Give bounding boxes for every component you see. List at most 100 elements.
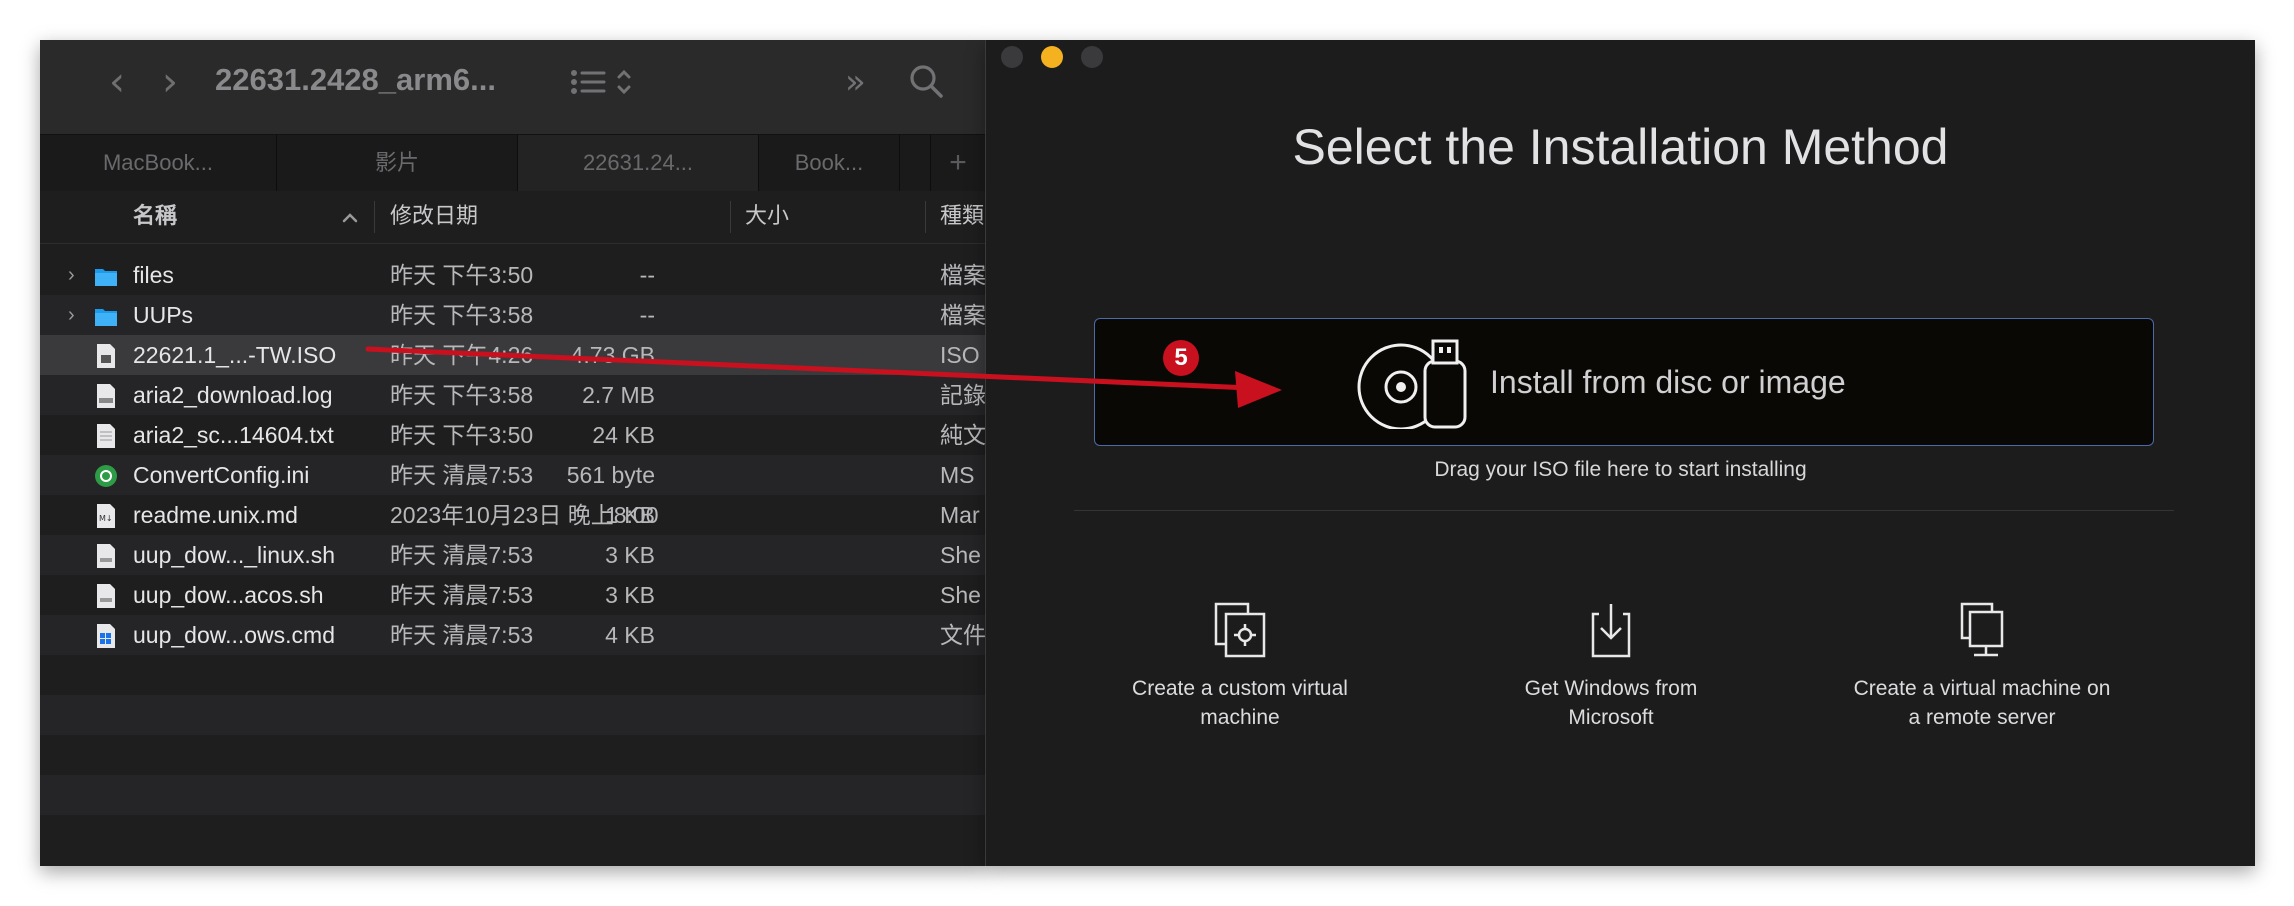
file-name: uup_dow...ows.cmd [133, 622, 336, 648]
markdown-file-icon: M↓ [97, 504, 115, 528]
view-options-icon[interactable] [570, 62, 636, 111]
install-from-disc-button[interactable]: Install from disc or image [1094, 318, 2154, 446]
shell-file-icon [97, 544, 115, 568]
option-label: Create a virtual machine on a remote serv… [1853, 677, 2111, 729]
empty-row [40, 735, 985, 775]
ini-file-icon [95, 465, 117, 487]
tab-videos[interactable]: 影片 [277, 135, 518, 191]
file-kind: ISO [940, 342, 980, 368]
create-custom-vm-option[interactable]: Create a custom virtual machine [1090, 600, 1390, 732]
table-row[interactable]: aria2_download.log 昨天 下午3:58 2.7 MB 記錄 [40, 375, 985, 415]
table-row[interactable]: › UUPs 昨天 下午3:58 -- 檔案 [40, 295, 985, 335]
column-separator [374, 201, 375, 233]
disclosure-chevron-icon[interactable]: › [68, 303, 75, 327]
finder-window: ‹ › 22631.2428_arm6... » MacBook... 影片 2… [40, 40, 985, 866]
file-date: 昨天 下午3:50 [390, 422, 534, 448]
column-date[interactable]: 修改日期 [390, 191, 478, 243]
file-date: 昨天 下午4:26 [390, 342, 534, 368]
search-icon[interactable] [908, 62, 946, 111]
tab-macbook[interactable]: MacBook... [40, 135, 277, 191]
file-name: uup_dow...acos.sh [133, 582, 324, 608]
table-row[interactable]: uup_dow...acos.sh 昨天 清晨7:53 3 KB She [40, 575, 985, 615]
column-size[interactable]: 大小 [745, 191, 789, 243]
page-title: Select the Installation Method [1292, 119, 1949, 175]
file-kind: 文件 [940, 622, 985, 648]
option-label: Get Windows from Microsoft [1524, 677, 1698, 729]
table-row[interactable]: › files 昨天 下午3:50 -- 檔案 [40, 255, 985, 295]
table-row[interactable]: uup_dow..._linux.sh 昨天 清晨7:53 3 KB She [40, 535, 985, 575]
file-date: 昨天 清晨7:53 [390, 542, 534, 568]
empty-row [40, 815, 985, 855]
file-name: ConvertConfig.ini [133, 462, 310, 488]
tab-current-folder[interactable]: 22631.24... [518, 135, 759, 191]
disclosure-chevron-icon[interactable]: › [68, 263, 75, 287]
file-kind: Mar [940, 502, 980, 528]
table-row[interactable]: M↓ readme.unix.md 2023年10月23日 晚上8:00 1 K… [40, 495, 985, 535]
column-header: 名稱 修改日期 大小 種類 [40, 191, 985, 244]
table-row[interactable]: uup_dow...ows.cmd 昨天 清晨7:53 4 KB 文件 [40, 615, 985, 655]
divider [1074, 510, 2174, 511]
empty-row [40, 695, 985, 735]
new-tab-button[interactable]: + [931, 135, 985, 191]
folder-title: 22631.2428_arm6... [215, 62, 496, 97]
file-date: 昨天 下午3:58 [390, 302, 534, 328]
file-kind: She [940, 542, 981, 568]
zoom-window-button[interactable] [1081, 46, 1103, 68]
file-size: 561 byte [566, 462, 655, 488]
file-name: aria2_download.log [133, 382, 333, 408]
tab-overflow[interactable] [900, 135, 931, 191]
empty-row [40, 655, 985, 695]
column-separator [730, 201, 731, 233]
file-name: UUPs [133, 302, 194, 328]
text-file-icon [97, 424, 115, 448]
empty-row [40, 775, 985, 815]
file-size: 3 KB [605, 582, 655, 608]
column-name[interactable]: 名稱 [133, 191, 177, 243]
file-list: › files 昨天 下午3:50 -- 檔案 › UUPs 昨天 下午3:58… [40, 255, 985, 855]
close-window-button[interactable] [1001, 46, 1023, 68]
file-date: 昨天 下午3:58 [390, 382, 534, 408]
tab-book[interactable]: Book... [759, 135, 900, 191]
file-size: 1 KB [605, 502, 655, 528]
file-size: 4 KB [605, 622, 655, 648]
custom-vm-icon [1214, 602, 1266, 658]
sort-ascending-icon[interactable] [340, 191, 360, 243]
disc-usb-icon [1357, 339, 1467, 429]
file-size: 4.73 GB [570, 342, 655, 368]
forward-button[interactable]: › [148, 60, 192, 104]
get-windows-option[interactable]: Get Windows from Microsoft [1461, 600, 1761, 732]
table-row[interactable]: 22621.1_...-TW.ISO 昨天 下午4:26 4.73 GB ISO [40, 335, 985, 375]
file-kind: 記錄 [940, 382, 985, 408]
folder-icon [95, 309, 117, 326]
file-kind: 純文 [940, 422, 985, 448]
file-date: 昨天 清晨7:53 [390, 462, 534, 488]
file-name: aria2_sc...14604.txt [133, 422, 334, 448]
back-button[interactable]: ‹ [95, 60, 139, 104]
table-row[interactable]: aria2_sc...14604.txt 昨天 下午3:50 24 KB 純文 [40, 415, 985, 455]
file-name: 22621.1_...-TW.ISO [133, 342, 337, 368]
vm-installer-window: Select the Installation Method Install f… [985, 40, 2255, 866]
remote-vm-option[interactable]: Create a virtual machine on a remote serv… [1832, 600, 2132, 732]
column-kind[interactable]: 種類 [940, 191, 984, 243]
more-toolbar-icon[interactable]: » [845, 62, 866, 102]
file-size: 24 KB [592, 422, 655, 448]
finder-tabbar: MacBook... 影片 22631.24... Book... + [40, 134, 985, 192]
drag-hint: Drag your ISO file here to start install… [1434, 458, 1807, 481]
step-badge: 5 [1163, 340, 1199, 376]
file-date: 昨天 清晨7:53 [390, 622, 534, 648]
file-kind: She [940, 582, 981, 608]
file-kind: 檔案 [940, 262, 985, 288]
install-label: Install from disc or image [1490, 364, 1846, 400]
file-date: 昨天 清晨7:53 [390, 582, 534, 608]
minimize-window-button[interactable] [1041, 46, 1063, 68]
download-icon [1591, 604, 1631, 658]
folder-icon [95, 269, 117, 286]
option-label: Create a custom virtual machine [1132, 677, 1348, 729]
file-kind: MS [940, 462, 975, 488]
file-name: uup_dow..._linux.sh [133, 542, 336, 568]
file-name: files [133, 262, 174, 288]
svg-text:M↓: M↓ [99, 514, 113, 523]
table-row[interactable]: ConvertConfig.ini 昨天 清晨7:53 561 byte MS [40, 455, 985, 495]
finder-toolbar: ‹ › 22631.2428_arm6... » [40, 40, 985, 134]
remote-server-icon [1960, 602, 2004, 657]
